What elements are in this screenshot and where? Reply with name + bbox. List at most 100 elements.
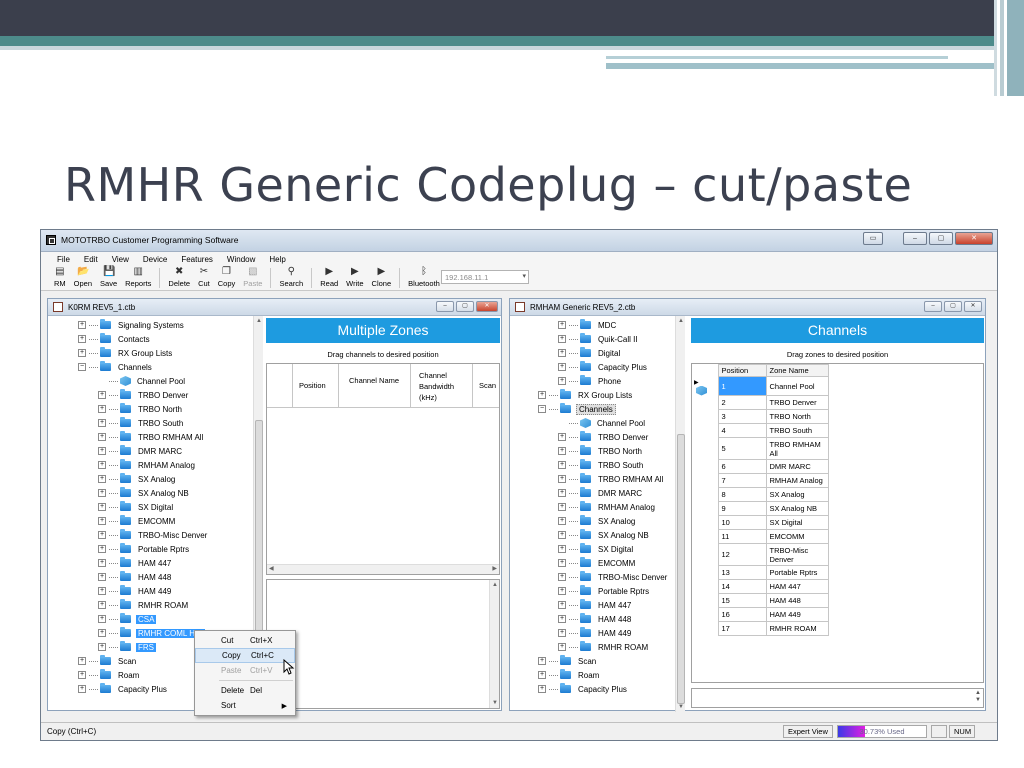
table-row[interactable]: 16 HAM 449 [692,607,829,623]
cell-zone-name[interactable]: SX Analog NB [765,501,829,517]
tree-node-scan[interactable]: + Scan [78,654,138,668]
tree-node-capacity-plus[interactable]: + Capacity Plus [558,360,649,374]
minimize-button[interactable]: – [903,232,927,245]
expand-icon[interactable]: + [558,559,566,567]
tree-node-rx-group-lists[interactable]: + RX Group Lists [78,346,174,360]
column-header-channel-name[interactable]: Channel Name [339,364,411,408]
cell-zone-name[interactable]: Portable Rptrs [765,565,829,581]
context-menu-copy[interactable]: Copy Ctrl+C [195,648,295,663]
expand-icon[interactable]: + [98,447,106,455]
scroll-right-arrow[interactable]: ▶ [492,565,497,572]
expand-icon[interactable]: + [538,671,546,679]
tree-node-trbo-north[interactable]: + TRBO North [558,444,644,458]
cell-zone-name[interactable]: HAM 448 [765,593,829,609]
table-row[interactable]: 12 TRBO-Misc Denver [692,543,829,567]
scroll-up-arrow[interactable]: ▲ [676,316,686,326]
expand-icon[interactable]: + [98,545,106,553]
cell-position[interactable]: 14 [717,579,767,595]
table-row[interactable]: 11 EMCOMM [692,529,829,545]
expand-icon[interactable]: + [78,657,86,665]
cell-position[interactable]: 13 [717,565,767,581]
cell-position[interactable]: 12 [717,543,767,567]
tree-node-frs[interactable]: + FRS [98,640,156,654]
cut-button[interactable]: ✂ Cut [195,266,213,290]
collapse-icon[interactable]: − [538,405,546,413]
tree-node-sx-digital[interactable]: + SX Digital [98,500,175,514]
copy-button[interactable]: ❐ Copy [215,266,239,290]
property-scrollbar[interactable]: ▲ ▼ [489,580,499,708]
search-button[interactable]: ⚲ Search [276,266,306,290]
tree-node-roam[interactable]: + Roam [538,668,601,682]
tree-node-rmham-analog[interactable]: + RMHAM Analog [98,458,197,472]
expand-icon[interactable]: + [78,349,86,357]
expand-icon[interactable]: + [98,629,106,637]
expand-icon[interactable]: + [98,601,106,609]
cell-zone-name[interactable]: RMHR ROAM [765,621,829,637]
clone-button[interactable]: ▶ Clone [369,266,395,290]
expand-icon[interactable]: + [78,321,86,329]
tree-node-trbo-misc-denver[interactable]: + TRBO-Misc Denver [558,570,669,584]
table-row[interactable]: 13 Portable Rptrs [692,565,829,581]
ip-address-combo[interactable]: 192.168.11.1 [441,270,529,284]
scroll-up-arrow[interactable]: ▲ [254,316,264,326]
table-row[interactable]: 2 TRBO Denver [692,395,829,411]
expand-icon[interactable]: + [558,587,566,595]
expand-icon[interactable]: + [558,573,566,581]
table-row[interactable]: ▶ 1 Channel Pool [692,375,829,397]
child-close-button[interactable]: ✕ [964,301,982,312]
menu-help[interactable]: Help [269,255,285,264]
spin-arrows[interactable]: ▲ ▼ [975,690,981,704]
table-row[interactable]: 10 SX Digital [692,515,829,531]
tree-node-capacity-plus[interactable]: + Capacity Plus [538,682,629,696]
menu-window[interactable]: Window [227,255,255,264]
expand-icon[interactable]: + [538,657,546,665]
context-menu-delete[interactable]: Delete Del [195,683,295,698]
bluetooth-button[interactable]: ᛒ Bluetooth [405,266,443,290]
tree-node-scan[interactable]: + Scan [538,654,598,668]
collapse-icon[interactable]: − [78,363,86,371]
context-menu-cut[interactable]: Cut Ctrl+X [195,633,295,648]
cell-zone-name[interactable]: TRBO RMHAM All [765,437,829,461]
cell-position[interactable]: 11 [717,529,767,545]
cell-zone-name[interactable]: RMHAM Analog [765,473,829,489]
expand-icon[interactable]: + [98,461,106,469]
reports-button[interactable]: ▥ Reports [122,266,154,290]
tree-node-rmham-analog[interactable]: + RMHAM Analog [558,500,657,514]
scroll-up-arrow[interactable]: ▲ [490,580,500,590]
tree-node-channels[interactable]: − Channels [538,402,616,416]
close-button[interactable]: ✕ [955,232,993,245]
tree-node-capacity-plus[interactable]: + Capacity Plus [78,682,169,696]
tree-node-trbo-denver[interactable]: + TRBO Denver [558,430,650,444]
expand-icon[interactable]: + [558,349,566,357]
expand-icon[interactable]: + [98,475,106,483]
column-header-scan[interactable]: Scan [473,364,499,408]
table-row[interactable]: 9 SX Analog NB [692,501,829,517]
menu-view[interactable]: View [112,255,129,264]
expand-icon[interactable]: + [558,461,566,469]
scroll-thumb[interactable] [255,420,263,650]
tree-node-ham-448[interactable]: + HAM 448 [558,612,633,626]
expand-icon[interactable]: + [558,643,566,651]
child-close-button[interactable]: ✕ [476,301,498,312]
column-header-zone-name[interactable]: Zone Name [765,364,829,377]
open-button[interactable]: 📂 Open [71,266,95,290]
child-maximize-button[interactable]: ▢ [944,301,962,312]
paste-button[interactable]: ▧ Paste [240,266,265,290]
expand-icon[interactable]: + [558,489,566,497]
tree-node-phone[interactable]: + Phone [558,374,623,388]
expand-icon[interactable]: + [538,685,546,693]
tree-node-channels[interactable]: − Channels [78,360,154,374]
tree-node-ham-447[interactable]: + HAM 447 [558,598,633,612]
menu-features[interactable]: Features [181,255,213,264]
column-header-position[interactable]: Position [293,364,339,408]
read-button[interactable]: ▶ Read [317,266,341,290]
expand-icon[interactable]: + [98,559,106,567]
rm-button[interactable]: ▤ RM [51,266,69,290]
expand-icon[interactable]: + [98,587,106,595]
cell-position[interactable]: 4 [717,423,767,439]
scroll-down-arrow[interactable]: ▼ [676,702,686,712]
table-row[interactable]: 7 RMHAM Analog [692,473,829,489]
restore-layout-button[interactable]: ▭ [863,232,883,245]
expand-icon[interactable]: + [558,503,566,511]
expand-icon[interactable]: + [558,475,566,483]
